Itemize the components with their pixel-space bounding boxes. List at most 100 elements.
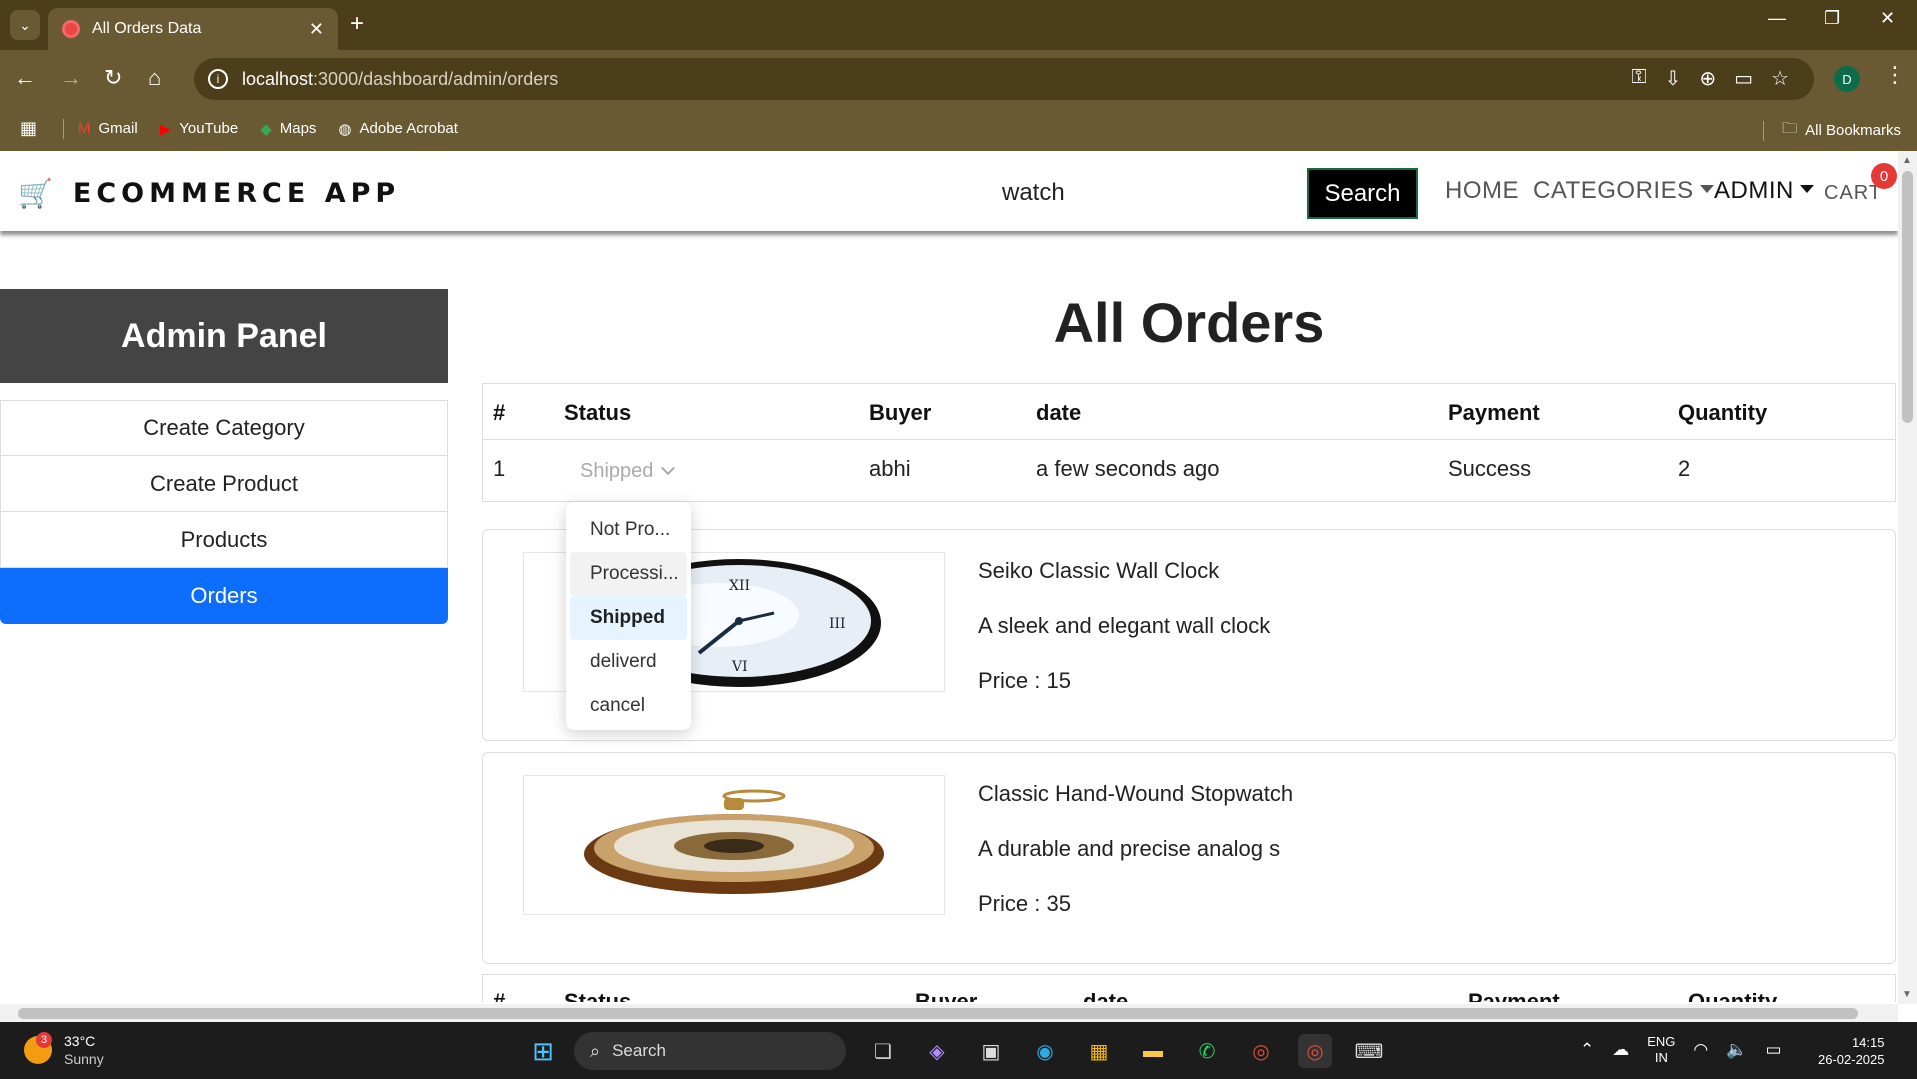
nav-cart[interactable]: CART [1824, 182, 1882, 205]
sidebar-item-orders[interactable]: Orders [0, 568, 448, 624]
profile-avatar[interactable]: D [1834, 66, 1860, 92]
table-header-row: # Status Buyer date Payment Quantity [483, 384, 1895, 440]
tab-favicon-icon [62, 20, 80, 38]
nav-home[interactable]: HOME [1445, 177, 1519, 205]
product-image [523, 775, 945, 915]
tab-title: All Orders Data [92, 20, 202, 37]
card-icon[interactable]: ▭ [1734, 66, 1753, 91]
search-button[interactable]: Search [1307, 168, 1418, 219]
task-view-icon[interactable]: ❏ [866, 1034, 900, 1068]
status-option[interactable]: deliverd [570, 640, 687, 684]
close-window-icon[interactable]: ✕ [1880, 8, 1895, 29]
back-icon[interactable]: ← [14, 64, 36, 92]
scroll-thumb[interactable] [1902, 171, 1913, 423]
wifi-icon[interactable]: ◠ [1693, 1040, 1708, 1060]
whatsapp-icon[interactable]: ✆ [1190, 1034, 1224, 1068]
language-indicator[interactable]: ENG IN [1647, 1034, 1675, 1066]
taskbar-clock[interactable]: 14:15 26-02-2025 [1818, 1034, 1885, 1068]
column-header: Buyer [915, 989, 978, 1002]
volume-icon[interactable]: 🔈 [1726, 1040, 1747, 1060]
weather-widget[interactable]: 3 33°C Sunny [24, 1032, 104, 1068]
home-icon[interactable]: ⌂ [148, 64, 161, 92]
edge-icon[interactable]: ◉ [1028, 1034, 1062, 1068]
product-price: Price : 35 [978, 891, 1071, 916]
tab-close-icon[interactable]: ✕ [309, 19, 324, 40]
scroll-thumb[interactable] [18, 1008, 1858, 1019]
browser-tabbar: ⌄ All Orders Data ✕ + — ❐ ✕ [0, 0, 1917, 50]
vertical-scrollbar[interactable]: ▲ ▼ [1898, 151, 1917, 1004]
windows-start-icon[interactable]: ⊞ [526, 1034, 560, 1068]
status-option-selected[interactable]: Shipped [570, 596, 687, 640]
store-icon[interactable]: ▦ [1082, 1034, 1116, 1068]
terminal-icon[interactable]: ▣ [974, 1034, 1008, 1068]
search-input[interactable] [986, 168, 1294, 218]
restore-icon[interactable]: ❐ [1824, 8, 1840, 29]
install-app-icon[interactable]: ⇩ [1665, 66, 1682, 91]
sidebar-item-create-category[interactable]: Create Category [0, 400, 448, 456]
onedrive-icon[interactable]: ☁ [1612, 1040, 1629, 1060]
apps-grid-icon[interactable]: ▦ [20, 118, 37, 139]
bookmarks-bar: ▦ M Gmail ▶ YouTube ◆ Maps ◍ Adobe Acrobat 🗀… [0, 106, 1917, 151]
system-tray: ⌃ ☁ ENG IN ◠ 🔈 ▭ [1580, 1034, 1782, 1066]
admin-menu: Create Category Create Product Products … [0, 400, 448, 624]
scroll-up-icon[interactable]: ▲ [1902, 155, 1912, 166]
all-bookmarks[interactable]: 🗀 All Bookmarks [1763, 118, 1901, 143]
search-icon: ⌕ [590, 1040, 601, 1061]
status-select[interactable]: Shipped [580, 460, 676, 483]
browser-menu-icon[interactable]: ⋮ [1884, 62, 1906, 88]
console-icon[interactable]: ⌨ [1352, 1034, 1386, 1068]
chevron-up-icon[interactable]: ⌃ [1580, 1040, 1594, 1060]
shopping-cart-icon: 🛒 [18, 178, 53, 209]
column-header: Quantity [1678, 400, 1768, 425]
bookmark-youtube[interactable]: ▶ YouTube [160, 120, 239, 138]
status-dropdown: Not Pro... Processi... Shipped deliverd … [566, 502, 691, 730]
address-bar[interactable]: i localhost:3000/dashboard/admin/orders [194, 58, 1814, 100]
column-header: # [493, 400, 506, 425]
acrobat-icon: ◍ [338, 120, 352, 138]
product-name: Seiko Classic Wall Clock [978, 558, 1220, 583]
site-info-icon[interactable]: i [208, 69, 228, 89]
sidebar-item-create-product[interactable]: Create Product [0, 456, 448, 512]
product-card: XII III VI Seiko Classic Wall Clock A sl… [482, 529, 1896, 741]
sidebar-item-products[interactable]: Products [0, 512, 448, 568]
minimize-icon[interactable]: — [1768, 8, 1786, 29]
bookmark-star-icon[interactable]: ☆ [1771, 66, 1789, 91]
new-tab-icon[interactable]: + [350, 10, 364, 38]
copilot-icon[interactable]: ◈ [920, 1034, 954, 1068]
column-header: Quantity [1688, 989, 1778, 1002]
chrome-icon[interactable]: ◎ [1244, 1034, 1278, 1068]
forward-icon[interactable]: → [60, 64, 82, 92]
chrome-active-icon[interactable]: ◎ [1298, 1034, 1332, 1068]
taskbar-search[interactable]: ⌕ Search [574, 1032, 846, 1070]
status-option[interactable]: Not Pro... [570, 508, 687, 552]
bookmark-label: YouTube [179, 120, 239, 137]
zoom-icon[interactable]: ⊕ [1699, 66, 1716, 91]
reload-icon[interactable]: ↻ [104, 64, 122, 92]
nav-categories[interactable]: CATEGORIES [1533, 177, 1714, 205]
browser-tab[interactable]: All Orders Data ✕ [48, 8, 338, 50]
nav-admin[interactable]: ADMIN [1714, 177, 1814, 205]
bookmark-acrobat[interactable]: ◍ Adobe Acrobat [338, 120, 458, 138]
weather-temp: 33°C [64, 1033, 96, 1049]
status-option[interactable]: Processi... [570, 552, 687, 596]
svg-text:VI: VI [731, 659, 748, 675]
password-key-icon[interactable]: ⚿ [1631, 66, 1646, 91]
horizontal-scrollbar[interactable] [0, 1004, 1898, 1022]
file-explorer-icon[interactable]: ▬ [1136, 1034, 1170, 1068]
product-name: Classic Hand-Wound Stopwatch [978, 781, 1294, 806]
brand-link[interactable]: 🛒 ECOMMERCE APP [18, 177, 400, 210]
battery-icon[interactable]: ▭ [1765, 1040, 1781, 1060]
bookmark-gmail[interactable]: M Gmail [78, 120, 138, 137]
nav-categories-label: CATEGORIES [1533, 177, 1694, 204]
column-header: Status [564, 400, 632, 425]
admin-panel-title: Admin Panel [0, 289, 448, 383]
page-title: All Orders [1053, 291, 1325, 354]
scroll-down-icon[interactable]: ▼ [1902, 989, 1912, 1000]
language-code: ENG [1647, 1034, 1676, 1049]
chevron-down-icon [1699, 184, 1714, 193]
bookmark-maps[interactable]: ◆ Maps [260, 120, 316, 138]
tab-search-icon[interactable]: ⌄ [10, 10, 40, 40]
chevron-down-icon [1799, 184, 1814, 193]
bookmark-label: Maps [279, 120, 317, 137]
status-option[interactable]: cancel [570, 684, 687, 728]
